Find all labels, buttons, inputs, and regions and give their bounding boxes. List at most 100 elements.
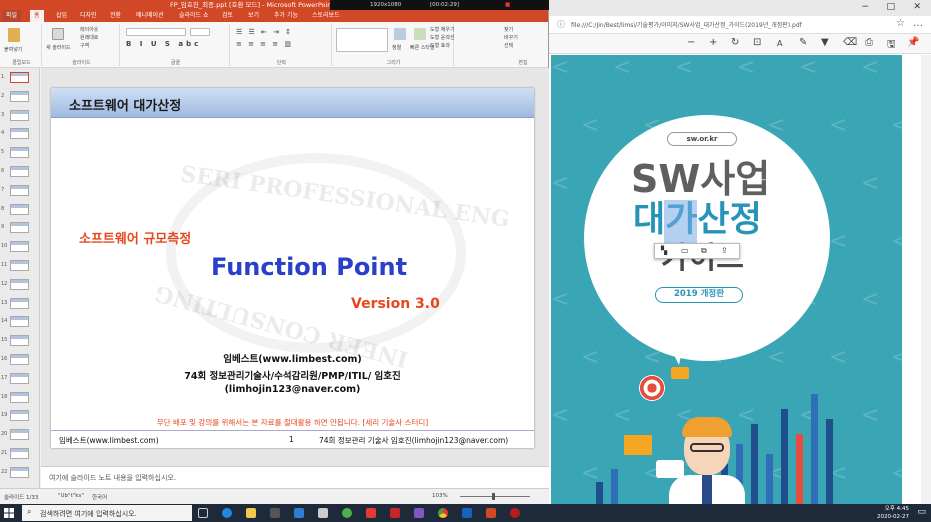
slide-thumbnail[interactable] [10,109,29,121]
pdf-scrollbar[interactable] [921,55,931,504]
slide-thumbnail[interactable] [10,297,29,309]
erase-icon[interactable]: ⌫ [843,37,857,48]
system-clock[interactable]: 오후 4:45 2020-02-27 [877,505,909,521]
replace-button[interactable]: 바꾸기 [504,34,518,41]
section-button[interactable]: 구역 [80,42,89,49]
tab-transitions[interactable]: 전환 [106,10,125,22]
share-icon[interactable]: ⇪ [721,246,728,255]
recorder-icon[interactable] [510,508,520,518]
shape-outline-button[interactable]: 도형 윤곽선 [430,34,455,41]
zoom-in-icon[interactable]: + [709,37,717,48]
slide-thumbnail[interactable] [10,391,29,403]
app-icon[interactable] [318,508,328,518]
slide-thumbnail[interactable] [10,278,29,290]
record-stop-icon[interactable]: ■ [505,0,510,10]
paste-icon[interactable] [8,28,20,42]
zoom-level[interactable]: 103% [432,493,448,499]
tab-insert[interactable]: 삽입 [52,10,71,22]
shapes-gallery[interactable] [336,28,388,52]
slide-thumbnail[interactable] [10,241,29,253]
slide-thumbnail[interactable] [10,147,29,159]
task-view-icon[interactable] [198,508,208,518]
slide-thumbnail[interactable] [10,260,29,271]
word-icon[interactable] [462,508,472,518]
office-icon[interactable] [366,508,376,518]
slide-thumbnail[interactable] [10,429,29,441]
find-button[interactable]: 찾기 [504,26,513,33]
comment-icon[interactable]: ▭ [681,246,689,255]
zoom-out-icon[interactable]: − [687,37,695,48]
edge-icon[interactable] [222,508,232,518]
slide-thumbnail[interactable] [10,354,29,365]
tab-animations[interactable]: 애니메이션 [132,10,168,22]
reset-button[interactable]: 원래대로 [80,34,98,41]
layout-button[interactable]: 레이아웃 [80,26,98,33]
search-app-icon[interactable] [342,508,352,518]
read-aloud-icon[interactable]: A [777,39,782,48]
paste-button[interactable]: 붙여넣기 [4,46,22,53]
onenote-icon[interactable] [414,508,424,518]
pdf-url[interactable]: file:///C:/Jin/Best/limsi/기술평가/이미지/SW사업_… [571,20,891,29]
pin-icon[interactable]: 📌 [907,37,919,48]
zoom-slider-handle[interactable] [492,493,495,500]
slide-thumbnail[interactable] [10,222,29,234]
shape-effects-button[interactable]: 도형 효과 [430,42,450,49]
font-size-select[interactable] [190,28,210,36]
slide-thumbnail[interactable] [10,128,29,140]
highlight-icon[interactable]: ▼ [821,37,829,48]
quick-styles-icon[interactable] [414,28,426,40]
fit-page-icon[interactable]: ⊡ [753,37,761,48]
powerpoint-icon[interactable] [486,508,496,518]
arrange-button[interactable]: 정렬 [392,44,401,51]
tab-addins[interactable]: 추가 기능 [270,10,302,22]
highlight-text-icon[interactable]: ▚ [661,246,667,255]
print-icon[interactable]: ⎙ [865,37,873,48]
info-icon[interactable]: ⓘ [557,19,565,30]
windows-start-icon[interactable] [4,508,14,518]
slide-thumbnail[interactable] [10,335,29,347]
arrange-icon[interactable] [394,28,406,40]
mail-icon[interactable] [294,508,304,518]
slide-thumbnail[interactable] [10,466,29,478]
shape-fill-button[interactable]: 도형 채우기 [430,26,455,33]
slide-thumbnail[interactable] [10,203,29,215]
copy-icon[interactable]: ⧉ [701,246,707,256]
tab-home[interactable]: 홈 [30,10,44,22]
tab-storyboard[interactable]: 스토리보드 [308,10,344,22]
list-buttons[interactable]: ☰ ☰ ⇤ ⇥ ↕ [236,28,293,36]
slide-thumbnail[interactable] [10,90,29,102]
store-icon[interactable] [270,508,280,518]
notification-icon[interactable]: ▭ [917,507,926,517]
align-buttons[interactable]: ≡ ≡ ≡ ≡ ▥ [236,40,293,48]
tab-view[interactable]: 보기 [244,10,263,22]
minimize-icon[interactable]: − [861,2,869,12]
slide-thumbnail[interactable] [10,372,29,384]
zoom-slider[interactable] [460,496,530,497]
rotate-icon[interactable]: ↻ [731,37,739,48]
slide-thumbnail[interactable] [10,166,29,177]
taskbar-search-box[interactable]: ⌕ 검색하려면 여기에 입력하십시오. [22,505,192,521]
more-icon[interactable]: … [913,18,923,29]
slide-thumbnail[interactable] [10,448,29,459]
save-icon[interactable]: 🖫 [887,37,896,54]
address-bar[interactable]: ⓘ file:///C:/Jin/Best/limsi/기술평가/이미지/SW사… [549,16,931,34]
new-slide-button[interactable]: 새 슬라이드 [46,44,71,51]
close-icon[interactable]: ✕ [913,2,921,12]
slide-canvas[interactable]: 소프트웨어 대가산정 SERI PROFESSIONAL ENG INEER C… [51,88,534,448]
font-format-buttons[interactable]: B I U S abc [126,40,201,48]
slide-thumbnail[interactable] [10,184,29,196]
maximize-icon[interactable]: □ [886,2,895,12]
tab-review[interactable]: 검토 [218,10,237,22]
tab-file[interactable]: 파일 [2,10,22,22]
new-slide-icon[interactable] [52,28,64,40]
font-name-select[interactable] [126,28,186,36]
tab-slideshow[interactable]: 슬라이드 쇼 [175,10,213,22]
slide-thumbnail[interactable] [10,316,29,328]
slide-thumbnail[interactable] [10,410,29,422]
pdf-app-icon[interactable] [390,508,400,518]
slide-thumbnail[interactable] [10,72,29,83]
notes-pane[interactable]: 여기에 슬라이드 노트 내용을 입력하십시오. [41,466,549,488]
file-explorer-icon[interactable] [246,508,256,518]
favorite-star-icon[interactable]: ☆ [896,18,905,29]
tab-design[interactable]: 디자인 [76,10,101,22]
